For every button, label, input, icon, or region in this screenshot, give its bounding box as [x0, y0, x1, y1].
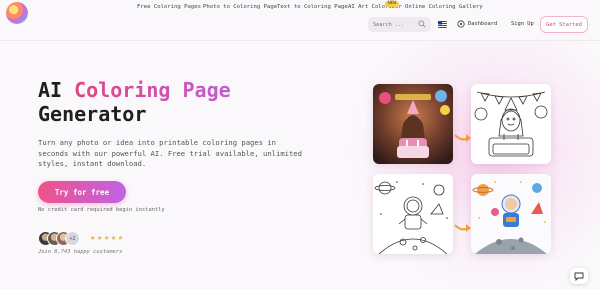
hero-title: AI Coloring Page Generator [38, 78, 231, 126]
nav-link-free-coloring-pages[interactable]: Free Coloring Pages [137, 4, 201, 10]
arrow-right-icon [454, 224, 471, 232]
dashboard-link[interactable]: Dashboard [457, 20, 497, 28]
dashboard-label: Dashboard [468, 21, 498, 27]
customer-avatars: +2 [38, 231, 98, 247]
avatar-more-count: +2 [65, 231, 80, 246]
chat-icon [574, 272, 584, 281]
hero-description: Turn any photo or idea into printable co… [38, 138, 302, 169]
star-icon: ★ [110, 233, 117, 243]
no-credit-card-note: No credit card required begin instantly [38, 207, 165, 213]
example-colored-astronaut [471, 174, 551, 254]
get-started-button[interactable]: Get Started [540, 16, 588, 33]
example-coloring-page-birthday [471, 84, 551, 164]
search-icon[interactable] [418, 20, 426, 28]
nav-link-photo-to-coloring-page[interactable]: Photo to Coloring Page [203, 4, 277, 10]
star-icon: ★ [90, 233, 96, 243]
search-box [368, 17, 431, 32]
example-photo-birthday-girl [373, 84, 453, 164]
dashboard-icon [457, 20, 465, 28]
title-line-2: Generator [38, 102, 147, 126]
nav-link-text-to-coloring-page[interactable]: Text to Coloring Page [277, 4, 348, 10]
search-input[interactable] [373, 21, 417, 28]
star-icon: ★ [96, 233, 103, 243]
chat-button[interactable] [570, 268, 588, 284]
nav-link-online-coloring[interactable]: Online Coloring [405, 4, 456, 10]
sign-up-link[interactable]: Sign Up [511, 21, 534, 27]
try-for-free-button[interactable]: Try for free [38, 181, 126, 203]
join-customers-text: Join 8,743 happy customers [38, 249, 123, 255]
nav-link-gallery[interactable]: Gallery [459, 4, 483, 10]
us-flag-icon[interactable] [438, 21, 447, 28]
rating-stars: ★ ★ ★ ★ ★ [90, 233, 123, 243]
example-coloring-page-astronaut [373, 174, 453, 254]
star-icon: ★ [117, 233, 124, 243]
new-badge: NEW [385, 1, 400, 7]
top-navigation: Free Coloring Pages Photo to Coloring Pa… [0, 1, 600, 16]
header-divider [0, 40, 600, 41]
star-icon: ★ [103, 233, 110, 243]
arrow-right-icon [454, 134, 471, 142]
title-highlight: Coloring Page [74, 78, 231, 102]
title-prefix: AI [38, 78, 75, 102]
